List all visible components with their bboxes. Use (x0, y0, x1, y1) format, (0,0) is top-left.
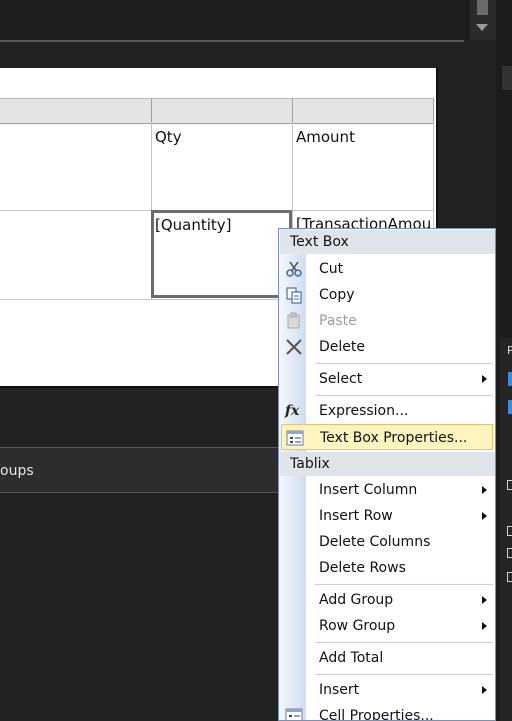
delete-x-icon (286, 339, 302, 355)
menu-item-add-total[interactable]: Add Total (281, 645, 493, 671)
scroll-down-arrow-icon[interactable] (476, 24, 488, 31)
menu-item-row-group[interactable]: Row Group (281, 613, 493, 639)
menu-item-label: Select (319, 371, 363, 387)
menu-item-insert-row[interactable]: Insert Row (281, 503, 493, 529)
row-groups-pane (0, 448, 280, 492)
column-handle-divider (433, 98, 434, 122)
menu-item-cell-properties[interactable]: Cell Properties... (281, 703, 493, 721)
menu-item-expression[interactable]: fx Expression... (281, 398, 493, 424)
panel-title-fragment: P (507, 344, 512, 357)
panel-accent-2 (508, 400, 512, 414)
scrollbar-thumb[interactable] (477, 0, 488, 15)
submenu-arrow-icon (482, 596, 487, 604)
menu-item-delete-columns[interactable]: Delete Columns (281, 529, 493, 555)
submenu-arrow-icon (482, 622, 487, 630)
submenu-arrow-icon (482, 375, 487, 383)
menu-item-label: Delete Rows (319, 560, 406, 576)
copy-icon (286, 287, 302, 304)
menu-separator (315, 395, 493, 396)
detail-cell-quantity[interactable]: [Quantity] (155, 216, 232, 234)
pane-divider (0, 40, 464, 42)
menu-item-insert[interactable]: Insert (281, 677, 493, 703)
menu-section-title: Text Box (290, 234, 349, 250)
menu-section-tablix: Tablix (280, 452, 495, 476)
properties-panel: P (500, 338, 512, 721)
tablix-column-handles[interactable] (0, 98, 434, 124)
menu-item-add-group[interactable]: Add Group (281, 587, 493, 613)
properties-icon (285, 708, 303, 720)
menu-item-insert-column[interactable]: Insert Column (281, 477, 493, 503)
submenu-arrow-icon (482, 512, 487, 520)
menu-item-label: Insert Column (319, 482, 418, 498)
submenu-arrow-icon (482, 486, 487, 494)
menu-item-paste[interactable]: Paste (281, 308, 493, 334)
top-pane (0, 0, 470, 40)
menu-item-label: Cut (319, 261, 344, 277)
menu-item-label: Copy (319, 287, 355, 303)
scissors-icon (286, 261, 302, 277)
menu-item-label: Insert (319, 682, 360, 698)
expand-icon[interactable] (507, 548, 512, 558)
column-handle-divider (292, 98, 293, 122)
menu-item-label: Add Group (319, 592, 394, 608)
panel-tab[interactable] (502, 66, 512, 90)
expand-icon[interactable] (507, 480, 512, 490)
menu-separator (315, 674, 493, 675)
menu-section-textbox: Text Box (280, 230, 495, 254)
menu-item-textbox-properties[interactable]: Text Box Properties... (281, 424, 493, 450)
menu-separator (315, 363, 493, 364)
menu-section-title: Tablix (290, 456, 330, 472)
column-handle-divider (151, 98, 152, 122)
menu-item-label: Delete (319, 339, 365, 355)
row-groups-label: oups (0, 463, 34, 479)
submenu-arrow-icon (482, 686, 487, 694)
menu-item-delete[interactable]: Delete (281, 334, 493, 360)
menu-item-label: Add Total (319, 650, 384, 666)
menu-item-label: Paste (319, 313, 357, 329)
menu-item-label: Insert Row (319, 508, 393, 524)
context-menu: Text Box Cut Copy Paste Delete Select fx… (278, 228, 496, 721)
menu-item-select[interactable]: Select (281, 366, 493, 392)
menu-item-cut[interactable]: Cut (281, 256, 493, 282)
menu-item-delete-rows[interactable]: Delete Rows (281, 555, 493, 581)
paste-icon (287, 312, 300, 329)
menu-item-label: Delete Columns (319, 534, 431, 550)
function-fx-icon: fx (285, 403, 300, 419)
menu-item-copy[interactable]: Copy (281, 282, 493, 308)
menu-item-label: Cell Properties... (319, 708, 434, 721)
menu-item-label: Row Group (319, 618, 396, 634)
menu-separator (315, 584, 493, 585)
menu-item-label: Text Box Properties... (320, 430, 468, 446)
header-cell-qty[interactable]: Qty (155, 128, 182, 146)
header-cell-amount[interactable]: Amount (296, 128, 355, 146)
panel-accent (508, 372, 512, 386)
properties-icon (286, 430, 304, 446)
expand-icon[interactable] (507, 572, 512, 582)
menu-item-label: Expression... (319, 403, 409, 419)
menu-separator (315, 642, 493, 643)
groups-pane-border (0, 492, 280, 493)
expand-icon[interactable] (507, 526, 512, 536)
